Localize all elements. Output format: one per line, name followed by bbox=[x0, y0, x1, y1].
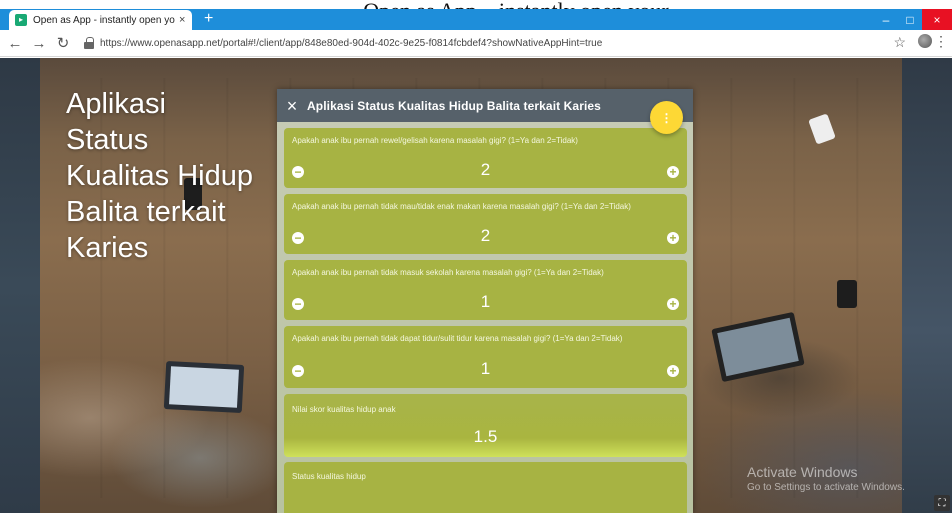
question-card: Apakah anak ibu pernah rewel/gelisah kar… bbox=[284, 128, 687, 188]
close-app-button[interactable]: × bbox=[277, 97, 307, 115]
app-header: × Aplikasi Status Kualitas Hidup Balita … bbox=[277, 89, 693, 122]
question-value: 2 bbox=[480, 160, 491, 179]
question-value: 1 bbox=[480, 292, 491, 311]
background-image-right bbox=[902, 58, 952, 513]
increment-button[interactable]: + bbox=[667, 365, 679, 377]
tab-title: Open as App - instantly open yo bbox=[33, 14, 175, 26]
window-close-button[interactable]: × bbox=[922, 9, 952, 30]
question-label: Apakah anak ibu pernah tidak dapat tidur… bbox=[292, 334, 623, 343]
page-background: Aplikasi Status Kualitas Hidup Balita te… bbox=[0, 58, 952, 513]
increment-button[interactable]: + bbox=[667, 298, 679, 310]
window-controls: – □ × bbox=[874, 9, 952, 30]
app-favicon-icon: ▸ bbox=[15, 14, 27, 26]
activate-windows-watermark: Activate Windows Go to Settings to activ… bbox=[747, 464, 905, 493]
extension-icon[interactable] bbox=[918, 34, 932, 48]
app-panel: × Aplikasi Status Kualitas Hidup Balita … bbox=[277, 89, 693, 513]
status-card: Status kualitas hidup bbox=[284, 462, 687, 513]
browser-tab[interactable]: ▸ Open as App - instantly open yo × bbox=[9, 10, 192, 30]
address-bar[interactable]: https://www.openasapp.net/portal#!/clien… bbox=[84, 32, 602, 54]
increment-button[interactable]: + bbox=[667, 166, 679, 178]
reload-icon[interactable]: ↻ bbox=[54, 34, 72, 52]
background-image-left bbox=[0, 58, 40, 513]
background-phone bbox=[837, 280, 857, 308]
app-title: Aplikasi Status Kualitas Hidup Balita te… bbox=[307, 98, 601, 113]
question-value: 1 bbox=[480, 359, 491, 378]
question-label: Apakah anak ibu pernah tidak mau/tidak e… bbox=[292, 202, 631, 211]
score-card: Nilai skor kualitas hidup anak 1.5 bbox=[284, 394, 687, 457]
browser-tab-bar: ▸ Open as App - instantly open yo × + – … bbox=[0, 9, 952, 30]
question-card: Apakah anak ibu pernah tidak mau/tidak e… bbox=[284, 194, 687, 254]
hero-title: Aplikasi Status Kualitas Hidup Balita te… bbox=[66, 88, 253, 264]
watermark-title: Activate Windows bbox=[747, 464, 858, 480]
question-label: Apakah anak ibu pernah tidak masuk sekol… bbox=[292, 268, 604, 277]
menu-fab-button[interactable]: ⋮ bbox=[650, 101, 683, 134]
forward-arrow-icon[interactable]: → bbox=[30, 35, 48, 52]
question-label: Apakah anak ibu pernah rewel/gelisah kar… bbox=[292, 136, 578, 145]
question-card: Apakah anak ibu pernah tidak masuk sekol… bbox=[284, 260, 687, 320]
background-tablet-left bbox=[163, 360, 245, 414]
watermark-subtitle: Go to Settings to activate Windows. bbox=[747, 482, 905, 493]
browser-toolbar: ← → ↻ https://www.openasapp.net/portal#!… bbox=[0, 30, 952, 57]
back-arrow-icon[interactable]: ← bbox=[6, 35, 24, 52]
new-tab-button[interactable]: + bbox=[204, 10, 213, 28]
minimize-button[interactable]: – bbox=[874, 9, 898, 30]
question-card: Apakah anak ibu pernah tidak dapat tidur… bbox=[284, 326, 687, 388]
fullscreen-icon[interactable]: ⛶ bbox=[934, 495, 950, 511]
score-value: 1.5 bbox=[473, 427, 498, 446]
tab-close-icon[interactable]: × bbox=[179, 14, 185, 26]
question-value: 2 bbox=[480, 226, 491, 245]
lock-icon bbox=[84, 37, 94, 49]
browser-menu-icon[interactable]: ⋮ bbox=[934, 33, 948, 50]
maximize-button[interactable]: □ bbox=[898, 9, 922, 30]
increment-button[interactable]: + bbox=[667, 232, 679, 244]
url-text: https://www.openasapp.net/portal#!/clien… bbox=[100, 37, 603, 49]
score-label: Nilai skor kualitas hidup anak bbox=[292, 405, 396, 414]
bookmark-star-icon[interactable]: ☆ bbox=[893, 34, 906, 51]
status-label: Status kualitas hidup bbox=[292, 472, 366, 481]
